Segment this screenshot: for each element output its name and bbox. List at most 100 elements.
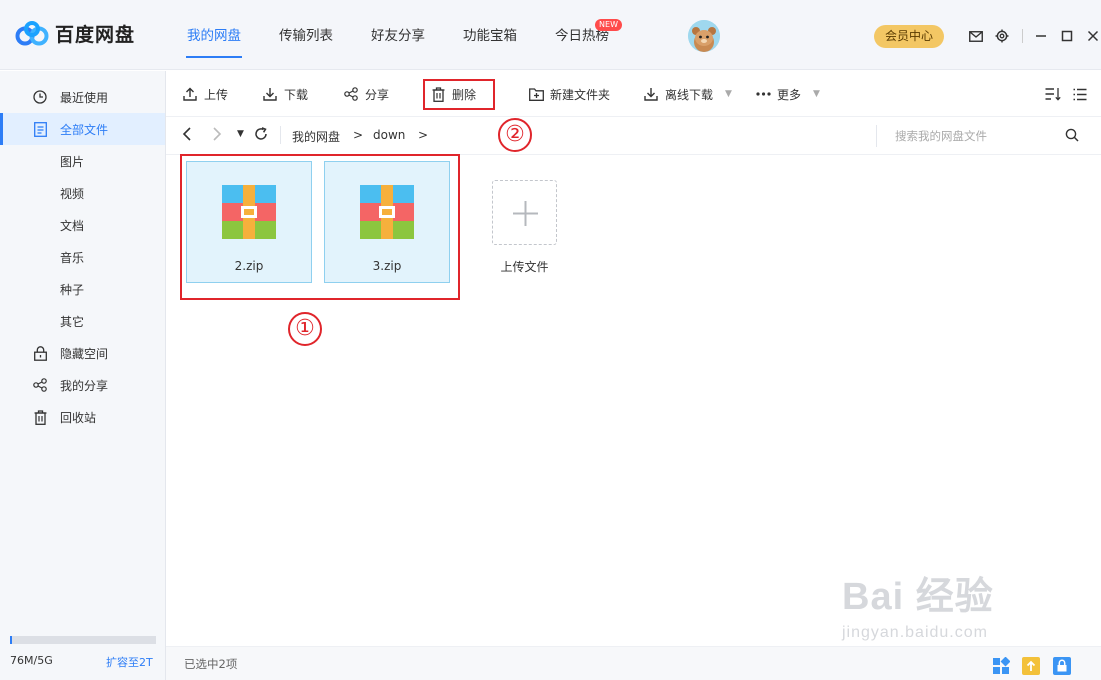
main-nav: 我的网盘 传输列表 好友分享 功能宝箱 今日热榜 NEW <box>168 0 628 70</box>
forward-icon[interactable] <box>212 127 222 145</box>
mail-icon[interactable] <box>964 27 988 45</box>
title-bar: 百度网盘 我的网盘 传输列表 好友分享 功能宝箱 今日热榜 NEW 会员中心 <box>0 0 1101 70</box>
toolbar: 上传 下载 分享 删除 新建文件夹 离线下载 ▼ 更多 ▼ <box>166 71 1101 117</box>
more-button[interactable]: 更多 ▼ <box>755 85 820 103</box>
gear-icon[interactable] <box>990 27 1014 45</box>
avatar-image <box>688 20 720 52</box>
file-item[interactable]: 2.zip <box>186 161 312 283</box>
share-button[interactable]: 分享 <box>343 85 389 103</box>
sidebar-item-label: 回收站 <box>60 410 97 425</box>
offline-download-label: 离线下载 <box>665 87 714 102</box>
offline-download-button[interactable]: 离线下载 ▼ <box>643 85 732 103</box>
zip-file-icon <box>222 185 276 239</box>
window-controls <box>964 27 1101 45</box>
sidebar-item-label: 全部文件 <box>60 122 109 137</box>
plus-icon <box>513 201 538 226</box>
document-icon <box>32 121 48 137</box>
trash-icon <box>32 409 48 425</box>
search-placeholder: 搜索我的网盘文件 <box>895 129 987 143</box>
status-bar: 已选中2项 <box>166 646 1101 680</box>
download-button[interactable]: 下载 <box>262 85 308 103</box>
sidebar-item-label: 隐藏空间 <box>60 346 109 361</box>
sidebar-item-music[interactable]: 音乐 <box>0 241 165 273</box>
share-label: 分享 <box>365 87 390 102</box>
upload-arrow-icon[interactable] <box>1022 657 1040 675</box>
watermark: Bai 经验 jingyan.baidu.com <box>842 565 994 642</box>
chevron-down-icon[interactable]: ▼ <box>813 89 820 99</box>
clock-icon <box>32 89 48 105</box>
sidebar-item-videos[interactable]: 视频 <box>0 177 165 209</box>
file-name: 2.zip <box>234 259 264 273</box>
upload-label: 上传 <box>204 87 229 102</box>
storage-used-text: 76M/5G <box>10 654 53 667</box>
storage-progress-bar <box>10 636 156 644</box>
sidebar-item-recycle-bin[interactable]: 回收站 <box>0 401 165 433</box>
breadcrumb-separator: > <box>353 128 364 142</box>
app-name: 百度网盘 <box>55 24 136 46</box>
refresh-icon[interactable] <box>254 127 268 145</box>
close-icon[interactable] <box>1081 27 1101 45</box>
delete-highlight-box <box>423 79 495 110</box>
lock-icon[interactable] <box>1053 657 1071 675</box>
sidebar: 最近使用 全部文件 图片 视频 文档 音乐 种子 其它 隐藏空间 我的分享 回收… <box>0 71 166 680</box>
tab-transfer-list[interactable]: 传输列表 <box>260 0 352 70</box>
upload-file-tile[interactable] <box>492 180 557 245</box>
sidebar-item-others[interactable]: 其它 <box>0 305 165 337</box>
step-1-annotation: ① <box>288 312 322 346</box>
back-icon[interactable] <box>182 127 192 145</box>
storage-progress-fill <box>10 636 12 644</box>
upload-file-label: 上传文件 <box>500 260 549 274</box>
vip-center-button[interactable]: 会员中心 <box>874 25 944 48</box>
sidebar-item-documents[interactable]: 文档 <box>0 209 165 241</box>
step-2-annotation: ② <box>498 118 532 152</box>
watermark-url: jingyan.baidu.com <box>842 624 988 641</box>
breadcrumb-root[interactable]: 我的网盘 <box>292 128 340 145</box>
watermark-logo-text: Bai 经验 <box>842 576 994 618</box>
search-input[interactable]: 搜索我的网盘文件 <box>876 125 1086 147</box>
upload-icon <box>182 86 198 102</box>
file-item[interactable]: 3.zip <box>324 161 450 283</box>
tab-toolbox[interactable]: 功能宝箱 <box>444 0 536 70</box>
tab-my-netdisk[interactable]: 我的网盘 <box>168 0 260 70</box>
download-icon <box>262 86 278 102</box>
upload-button[interactable]: 上传 <box>182 85 228 103</box>
selection-count: 已选中2项 <box>184 657 238 671</box>
maximize-icon[interactable] <box>1055 27 1079 45</box>
sidebar-item-hidden-space[interactable]: 隐藏空间 <box>0 337 165 369</box>
sidebar-item-recent[interactable]: 最近使用 <box>0 81 165 113</box>
breadcrumb-separator: > <box>418 128 429 142</box>
breadcrumb-current[interactable]: down <box>373 128 405 142</box>
new-folder-icon <box>528 86 544 102</box>
more-label: 更多 <box>777 87 802 102</box>
address-bar: ▼ 我的网盘 > down > 搜索我的网盘文件 <box>166 117 1101 155</box>
sidebar-item-images[interactable]: 图片 <box>0 145 165 177</box>
new-folder-label: 新建文件夹 <box>550 87 611 102</box>
minimize-icon[interactable] <box>1029 27 1053 45</box>
history-dropdown-icon[interactable]: ▼ <box>237 129 244 139</box>
list-view-icon[interactable] <box>1073 85 1087 103</box>
expand-storage-link[interactable]: 扩容至2T <box>106 654 153 670</box>
tab-hot-list[interactable]: 今日热榜 NEW <box>536 0 628 70</box>
sidebar-item-label: 最近使用 <box>60 90 109 105</box>
sidebar-item-label: 我的分享 <box>60 378 109 393</box>
sidebar-item-all-files[interactable]: 全部文件 <box>0 113 165 145</box>
avatar[interactable] <box>688 20 720 52</box>
divider <box>1022 29 1023 43</box>
file-name: 3.zip <box>372 259 402 273</box>
sort-icon[interactable] <box>1045 85 1061 103</box>
chevron-down-icon[interactable]: ▼ <box>725 89 732 99</box>
download-label: 下载 <box>284 87 309 102</box>
tab-friend-share[interactable]: 好友分享 <box>352 0 444 70</box>
baidu-netdisk-logo-icon <box>15 20 49 45</box>
sidebar-item-my-shares[interactable]: 我的分享 <box>0 369 165 401</box>
offline-download-icon <box>643 86 659 102</box>
share-icon <box>343 86 359 102</box>
apps-grid-icon[interactable] <box>992 656 1011 675</box>
app-logo[interactable]: 百度网盘 <box>15 20 135 47</box>
new-folder-button[interactable]: 新建文件夹 <box>528 85 610 103</box>
sidebar-item-torrents[interactable]: 种子 <box>0 273 165 305</box>
search-icon[interactable] <box>1065 128 1079 145</box>
new-badge: NEW <box>595 19 622 31</box>
lock-icon <box>32 345 48 361</box>
divider <box>280 126 281 144</box>
